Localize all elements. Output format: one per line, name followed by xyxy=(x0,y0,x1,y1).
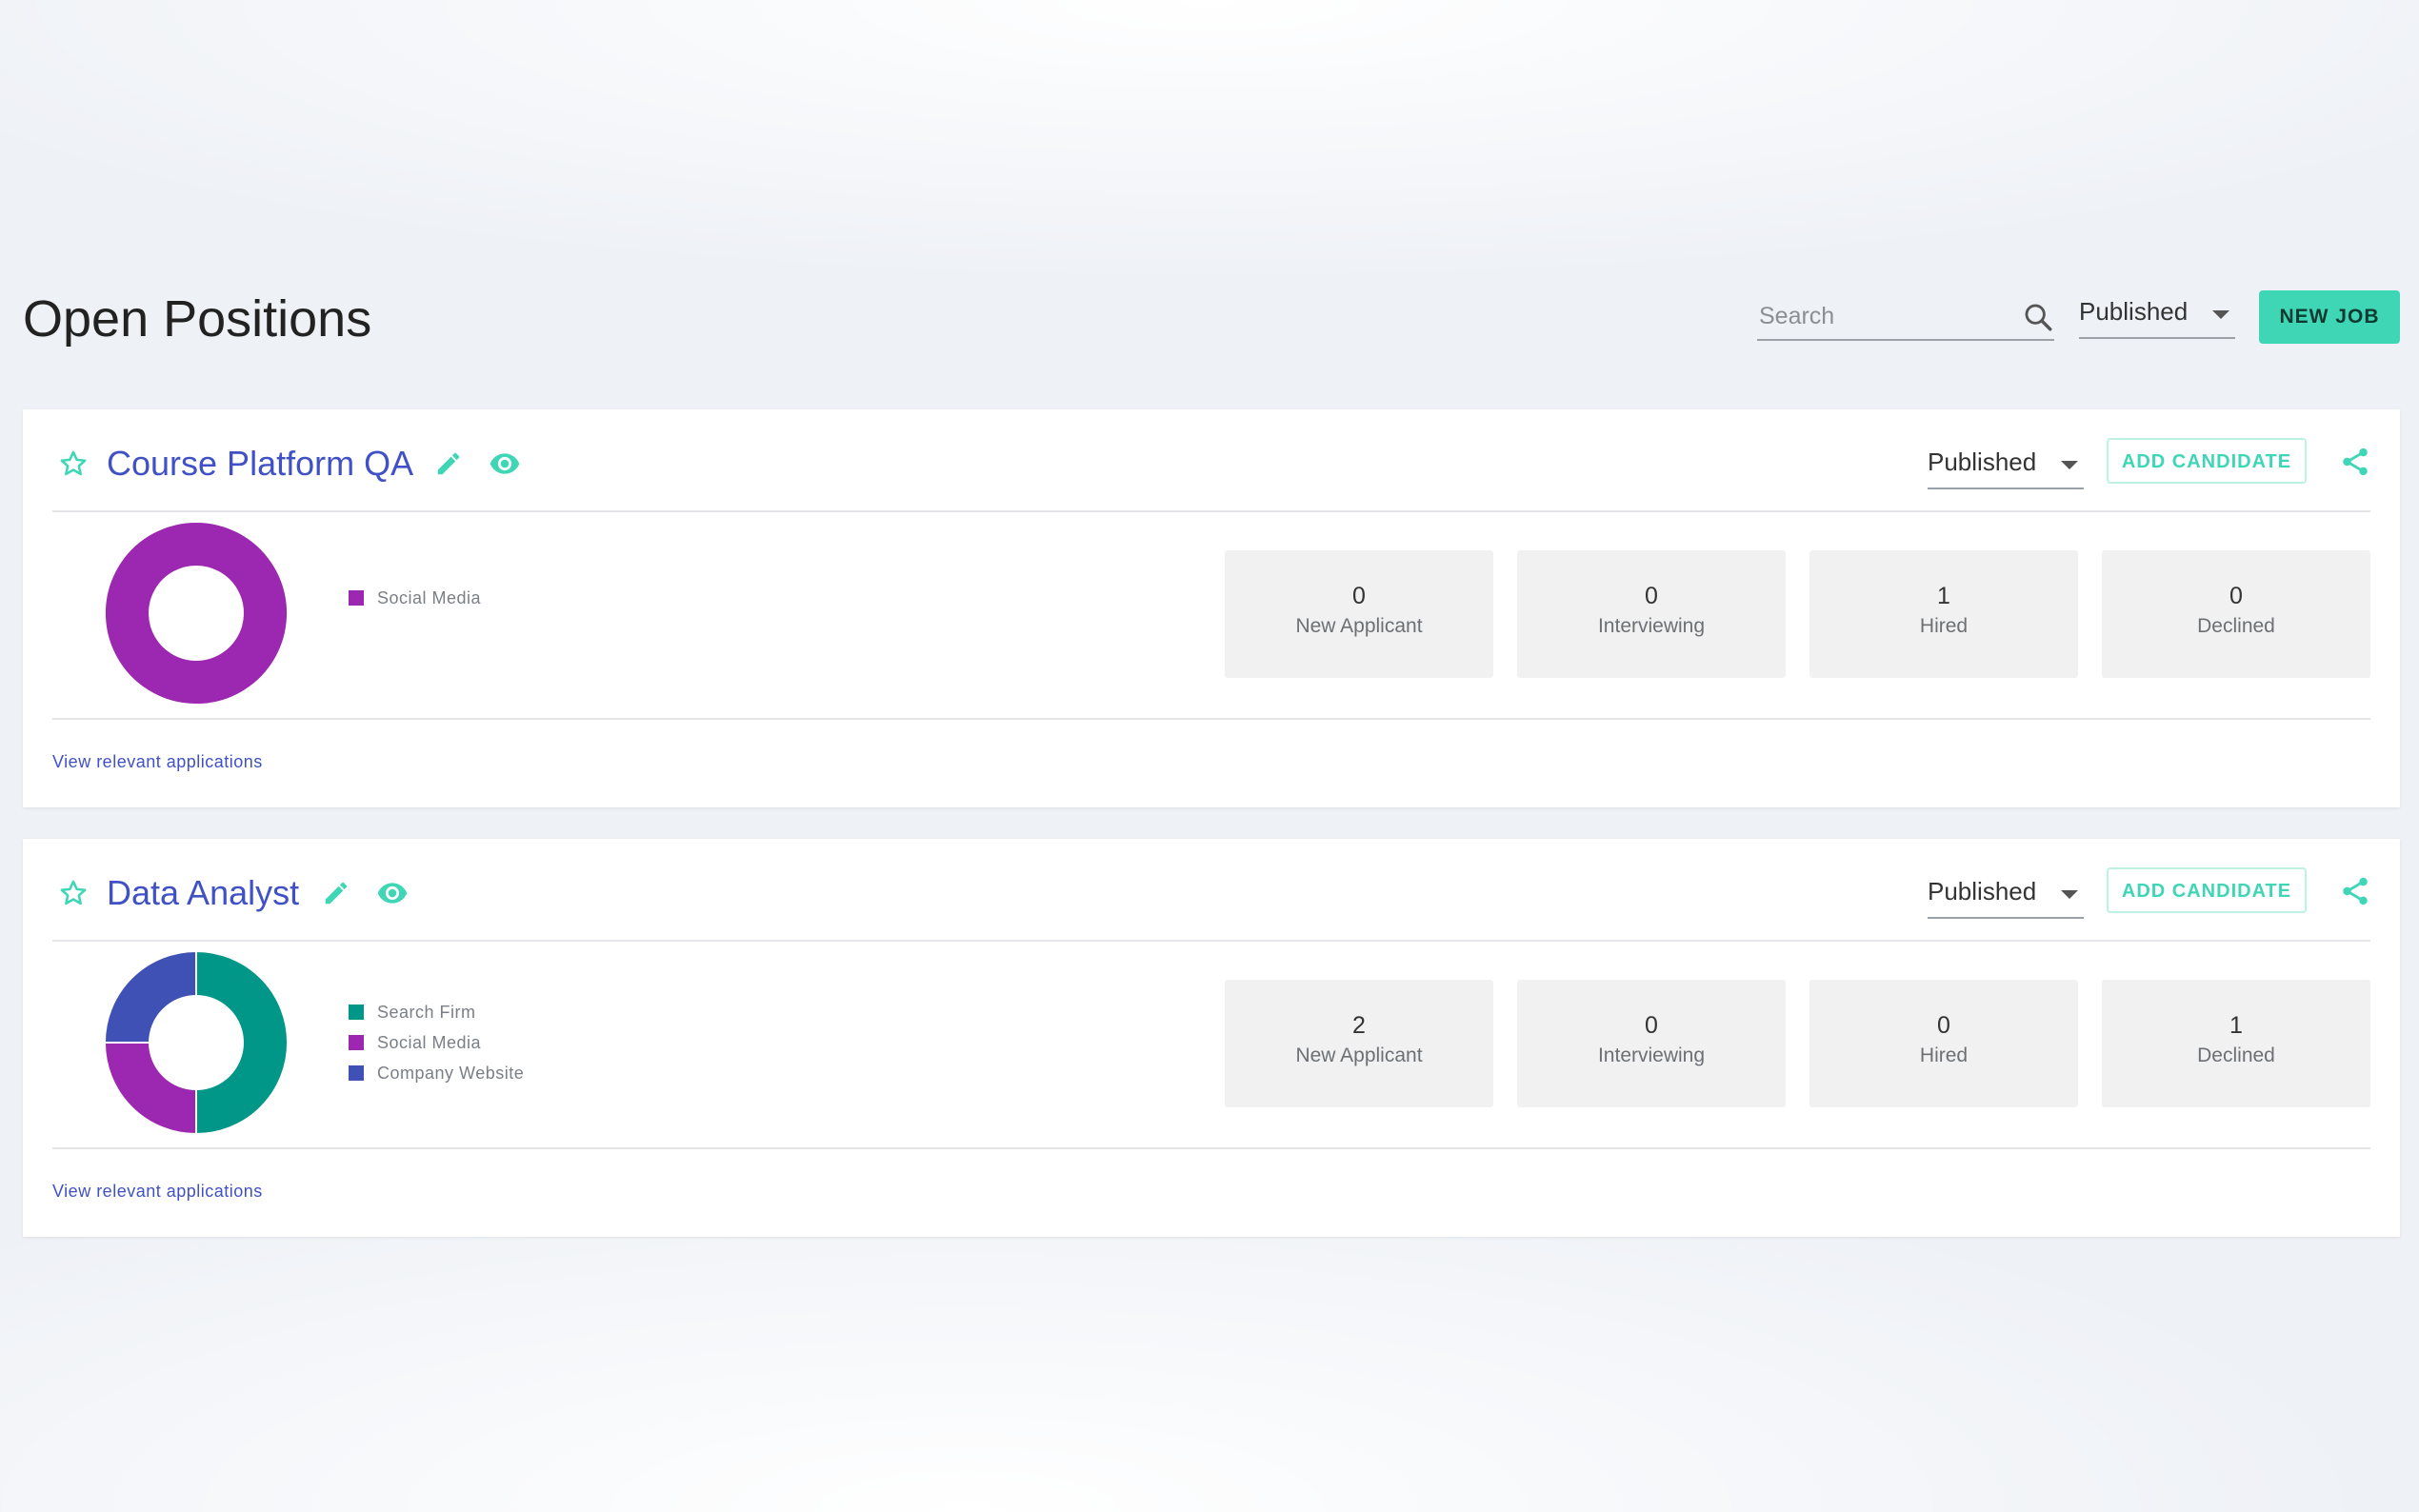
stat-interviewing[interactable]: 0 Interviewing xyxy=(1517,550,1786,678)
legend-label: Search Firm xyxy=(377,1003,476,1022)
legend-item: Social Media xyxy=(347,1027,524,1058)
donut-slice-search-firm[interactable] xyxy=(195,949,289,1136)
stat-label: Interviewing xyxy=(1597,1044,1706,1066)
stat-interviewing[interactable]: 0 Interviewing xyxy=(1517,980,1786,1107)
view-relevant-applications-link[interactable]: View relevant applications xyxy=(52,752,263,772)
share-icon[interactable] xyxy=(2339,875,2371,907)
donut-slice-company-website[interactable] xyxy=(103,949,197,1044)
donut-slice-social-media[interactable] xyxy=(103,1042,197,1136)
stat-declined[interactable]: 0 Declined xyxy=(2102,550,2370,678)
stat-value: 1 xyxy=(1937,583,1950,609)
stat-value: 0 xyxy=(1937,1012,1950,1039)
chevron-down-icon xyxy=(2061,461,2078,469)
search-icon[interactable] xyxy=(2022,301,2054,333)
stat-label: Interviewing xyxy=(1597,615,1706,637)
job-title[interactable]: Data Analyst xyxy=(107,869,299,917)
stat-hired[interactable]: 1 Hired xyxy=(1809,550,2078,678)
stat-label: Declined xyxy=(2197,615,2275,637)
share-icon[interactable] xyxy=(2339,446,2371,478)
job-card: Data Analyst Published ADD CANDIDATE Sea… xyxy=(23,839,2400,1237)
job-status-value: Published xyxy=(1928,448,2037,476)
stat-declined[interactable]: 1 Declined xyxy=(2102,980,2370,1107)
search-box xyxy=(1757,295,2054,341)
eye-icon[interactable] xyxy=(377,881,408,905)
stat-hired[interactable]: 0 Hired xyxy=(1809,980,2078,1107)
stat-label: Declined xyxy=(2197,1044,2275,1066)
stat-label: Hired xyxy=(1919,615,1969,637)
status-filter-select[interactable]: Published xyxy=(2079,293,2235,339)
divider xyxy=(52,718,2370,720)
legend-item: Search Firm xyxy=(347,997,524,1027)
stat-value: 2 xyxy=(1352,1012,1366,1039)
legend-swatch xyxy=(349,590,364,606)
stat-value: 0 xyxy=(1645,583,1658,609)
stat-value: 0 xyxy=(1645,1012,1658,1039)
source-donut-chart xyxy=(103,949,289,1136)
job-status-select[interactable]: Published xyxy=(1928,444,2084,489)
view-relevant-applications-link[interactable]: View relevant applications xyxy=(52,1182,263,1202)
legend-swatch xyxy=(349,1035,364,1050)
stat-value: 0 xyxy=(1352,583,1366,609)
job-status-value: Published xyxy=(1928,877,2037,905)
job-title[interactable]: Course Platform QA xyxy=(107,440,413,487)
stat-label: New Applicant xyxy=(1295,615,1423,637)
legend-label: Social Media xyxy=(377,1033,482,1052)
new-job-button[interactable]: NEW JOB xyxy=(2259,290,2400,344)
donut-slice-social-media[interactable] xyxy=(104,520,289,706)
legend-swatch xyxy=(349,1005,364,1020)
add-candidate-button[interactable]: ADD CANDIDATE xyxy=(2107,438,2307,484)
edit-icon[interactable] xyxy=(434,449,463,478)
stat-value: 1 xyxy=(2229,1012,2243,1039)
star-icon[interactable] xyxy=(57,877,90,909)
legend-item: Company Website xyxy=(347,1058,524,1088)
job-status-select[interactable]: Published xyxy=(1928,873,2084,919)
edit-icon[interactable] xyxy=(322,879,350,907)
stat-new-applicant[interactable]: 2 New Applicant xyxy=(1225,980,1493,1107)
stat-new-applicant[interactable]: 0 New Applicant xyxy=(1225,550,1493,678)
add-candidate-button[interactable]: ADD CANDIDATE xyxy=(2107,867,2307,913)
legend-swatch xyxy=(349,1065,364,1081)
divider xyxy=(52,1147,2370,1149)
legend-label: Social Media xyxy=(377,588,482,607)
stat-value: 0 xyxy=(2229,583,2243,609)
chevron-down-icon xyxy=(2212,310,2229,319)
legend-item: Social Media xyxy=(347,583,481,613)
page-title: Open Positions xyxy=(23,290,372,348)
open-positions-page: Open Positions Published NEW JOB Course … xyxy=(0,0,2419,1512)
chevron-down-icon xyxy=(2061,890,2078,899)
job-card: Course Platform QA Published ADD CANDIDA… xyxy=(23,409,2400,807)
chart-legend: Social Media xyxy=(347,583,481,613)
eye-icon[interactable] xyxy=(490,451,520,476)
stat-label: New Applicant xyxy=(1295,1044,1423,1066)
search-input[interactable] xyxy=(1757,295,2009,337)
divider xyxy=(52,940,2370,942)
status-filter-value: Published xyxy=(2079,297,2189,326)
divider xyxy=(52,510,2370,512)
stat-label: Hired xyxy=(1919,1044,1969,1066)
legend-label: Company Website xyxy=(377,1064,525,1083)
chart-legend: Search Firm Social Media Company Website xyxy=(347,997,524,1088)
source-donut-chart xyxy=(104,520,289,706)
star-icon[interactable] xyxy=(57,448,90,480)
